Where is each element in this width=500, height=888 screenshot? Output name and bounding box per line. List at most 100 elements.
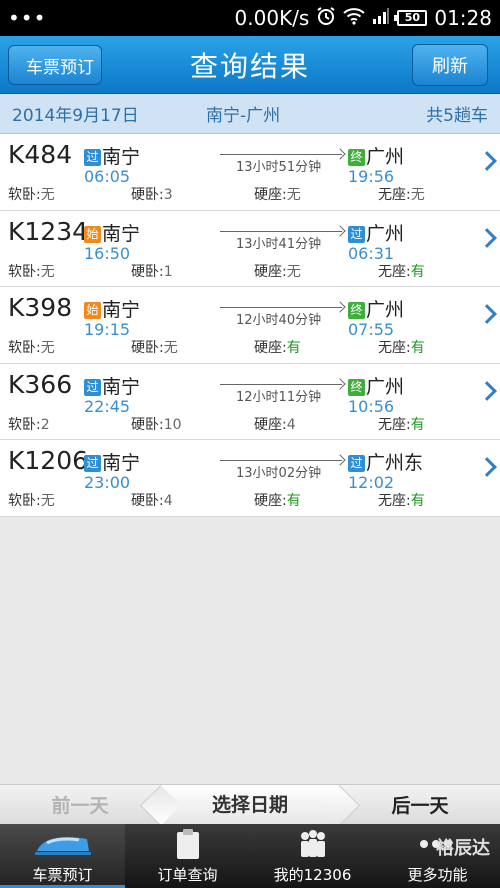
train-number: K1234 <box>8 216 89 246</box>
seat-label: 硬卧: <box>131 416 164 433</box>
departure-station-name: 南宁 <box>102 375 141 398</box>
arrival-tag: 终 <box>348 302 365 319</box>
arrow-line <box>220 383 342 385</box>
arrival-station: 终广州 <box>348 142 404 169</box>
departure-station: 始南宁 <box>84 219 140 246</box>
nav-my-12306[interactable]: 我的12306 <box>250 824 375 888</box>
seat-label: 硬座: <box>254 263 287 280</box>
arrival-station-name: 广州 <box>366 375 405 398</box>
arrival-tag: 过 <box>348 225 365 243</box>
train-count: 共5趟车 <box>426 106 488 126</box>
arrival-station-name: 广州 <box>366 222 405 245</box>
seat-label: 无座: <box>378 416 411 433</box>
soft-sleeper: 软卧:无 <box>8 261 55 281</box>
seat-value: 无 <box>163 340 178 356</box>
departure-time: 06:05 <box>84 167 131 186</box>
departure-tag: 过 <box>84 455 101 472</box>
seat-label: 硬卧: <box>131 263 164 280</box>
nav-order-query[interactable]: 订单查询 <box>125 824 250 888</box>
departure-time: 19:15 <box>84 320 131 339</box>
nav-label: 订单查询 <box>157 866 218 884</box>
refresh-button[interactable]: 刷新 <box>412 44 488 86</box>
train-row[interactable]: K1206 过南宁 23:00 13小时02分钟 过广州东 12:02 软卧:无… <box>0 440 500 517</box>
seat-value: 10 <box>163 416 182 433</box>
select-date-button[interactable]: 选择日期 <box>160 784 340 825</box>
previous-day-button[interactable]: 前一天 <box>0 791 160 818</box>
duration: 12小时11分钟 <box>236 389 322 405</box>
back-button[interactable]: 车票预订 <box>8 45 102 85</box>
train-row[interactable]: K366 过南宁 22:45 12小时11分钟 终广州 10:56 软卧:2 硬… <box>0 363 500 440</box>
arrow-line <box>220 307 342 308</box>
seat-label: 软卧: <box>8 263 41 280</box>
nav-ticket-booking[interactable]: 车票预订 <box>0 824 125 888</box>
seat-value: 有 <box>286 493 301 509</box>
departure-time: 23:00 <box>84 473 131 492</box>
standing: 无座:有 <box>378 490 425 510</box>
query-summary: 2014年9月17日 南宁-广州 共5趟车 <box>0 94 500 134</box>
seat-value: 2 <box>40 416 50 433</box>
departure-station-name: 南宁 <box>102 222 141 245</box>
arrival-station: 过广州东 <box>348 448 423 475</box>
seat-value: 有 <box>410 340 425 356</box>
arrow-line <box>220 460 342 461</box>
nav-label: 我的12306 <box>273 866 352 884</box>
seat-value: 无 <box>410 187 425 203</box>
departure-station-name: 南宁 <box>102 299 141 321</box>
seat-label: 软卧: <box>8 340 41 356</box>
departure-tag: 过 <box>84 149 101 166</box>
duration-arrow: 12小时40分钟 <box>220 301 346 328</box>
seat-label: 硬座: <box>254 340 287 356</box>
seat-label: 软卧: <box>8 493 41 509</box>
departure-time: 16:50 <box>84 243 131 263</box>
seat-label: 硬卧: <box>131 187 164 203</box>
seat-value: 无 <box>40 187 55 203</box>
travel-date: 2014年9月17日 <box>12 106 139 126</box>
arrival-station: 过广州 <box>348 219 404 246</box>
train-number: K366 <box>8 369 73 399</box>
departure-tag: 始 <box>84 302 101 319</box>
seat-value: 有 <box>410 416 425 433</box>
soft-sleeper: 软卧:无 <box>8 490 55 510</box>
seat-value: 4 <box>286 416 296 433</box>
arrival-tag: 终 <box>348 378 365 396</box>
departure-station-name: 南宁 <box>102 146 141 168</box>
chevron-right-icon <box>477 227 497 248</box>
seat-value: 无 <box>40 263 55 280</box>
seat-label: 硬座: <box>254 187 287 203</box>
train-icon <box>33 827 93 861</box>
seat-value: 3 <box>163 187 173 203</box>
hard-seat: 硬座:4 <box>254 414 296 434</box>
next-day-button[interactable]: 后一天 <box>340 791 500 818</box>
date-bar: 前一天 选择日期 后一天 <box>0 784 500 825</box>
departure-station-name: 南宁 <box>102 452 141 474</box>
arrival-station-name: 广州 <box>366 146 405 168</box>
chevron-right-icon <box>477 457 497 477</box>
seat-label: 硬卧: <box>131 340 164 356</box>
title-bar: 车票预订 查询结果 刷新 <box>0 36 500 94</box>
train-row[interactable]: K484 过南宁 06:05 13小时51分钟 终广州 19:56 软卧:无 硬… <box>0 134 500 211</box>
train-number: K484 <box>8 140 73 169</box>
network-speed: 0.00K/s <box>234 6 310 30</box>
seat-value: 无 <box>286 263 301 280</box>
train-row[interactable]: K398 始南宁 19:15 12小时40分钟 终广州 07:55 软卧:无 硬… <box>0 287 500 364</box>
signal-icon <box>372 6 390 30</box>
seat-value: 4 <box>163 493 173 509</box>
departure-time: 22:45 <box>84 396 131 416</box>
wifi-icon <box>343 6 366 30</box>
hard-sleeper: 硬卧:10 <box>131 414 182 434</box>
arrow-line <box>220 154 342 155</box>
duration-arrow: 12小时11分钟 <box>220 377 346 405</box>
train-number: K398 <box>8 293 73 322</box>
hard-sleeper: 硬卧:无 <box>131 337 178 357</box>
departure-station: 始南宁 <box>84 295 140 322</box>
soft-sleeper: 软卧:无 <box>8 184 55 204</box>
duration: 13小时41分钟 <box>236 236 322 252</box>
notification-dots: ••• <box>8 6 47 30</box>
arrow-head-icon <box>334 377 346 390</box>
arrival-tag: 过 <box>348 455 365 472</box>
seat-label: 硬卧: <box>131 493 164 509</box>
standing: 无座:有 <box>378 414 425 434</box>
train-row[interactable]: K1234 始南宁 16:50 13小时41分钟 过广州 06:31 软卧:无 … <box>0 210 500 287</box>
nav-label: 更多功能 <box>407 866 468 884</box>
standing: 无座:有 <box>378 261 425 281</box>
